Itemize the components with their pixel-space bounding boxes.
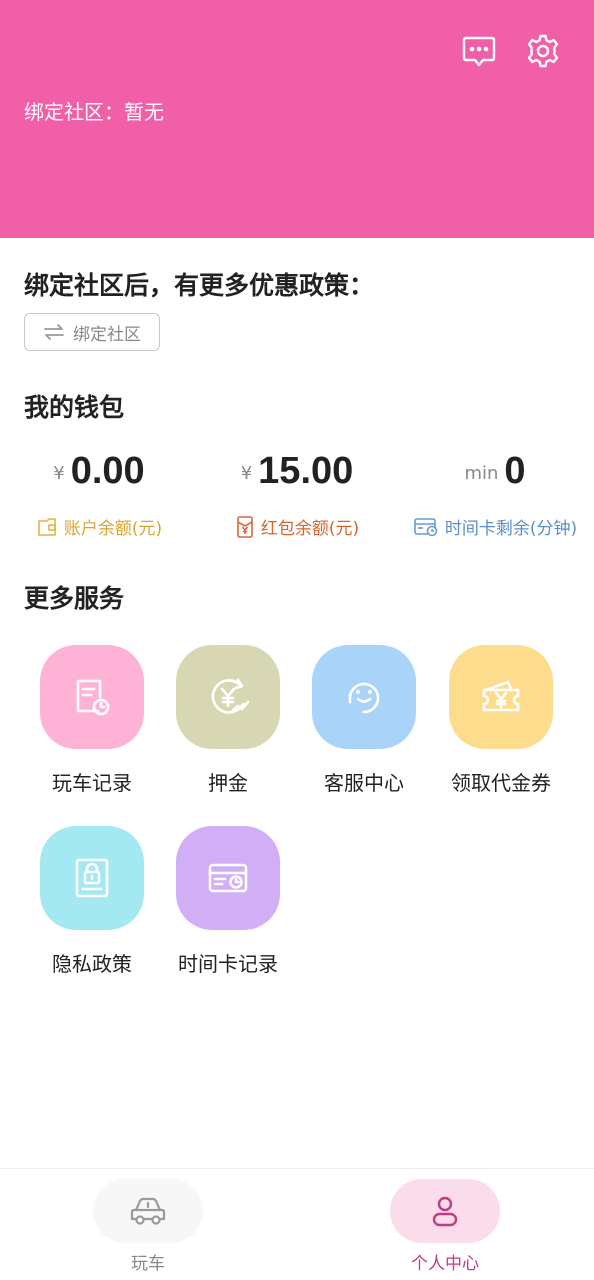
wallet-unit: min [464, 463, 499, 484]
service-tile [312, 645, 416, 749]
gear-icon [527, 34, 559, 68]
service-tile [176, 645, 280, 749]
wallet-amount: 0 [504, 450, 526, 492]
wallet-time-card-remaining[interactable]: min 0 时间卡剩余(分钟) [396, 450, 594, 550]
more-services-title: 更多服务 [24, 584, 125, 613]
service-claim-voucher[interactable]: 领取代金券 [433, 645, 569, 795]
bind-community-button-label: 绑定社区 [73, 324, 141, 345]
service-label: 时间卡记录 [178, 952, 278, 976]
wallet-icon [38, 517, 56, 536]
wallet-amount: 15.00 [258, 450, 354, 492]
privacy-lock-icon [75, 858, 109, 898]
service-label: 隐私政策 [52, 952, 132, 976]
tab-play-car[interactable]: 玩车 [93, 1179, 203, 1274]
voucher-icon [482, 680, 520, 712]
bind-community-promo-title: 绑定社区后，有更多优惠政策： [24, 271, 375, 300]
profile-header: 绑定社区：暂无 [0, 0, 594, 238]
wallet-unit: ¥ [53, 463, 65, 484]
service-label: 客服中心 [324, 771, 404, 795]
bound-community-text: 绑定社区：暂无 [24, 100, 164, 124]
service-label: 玩车记录 [52, 771, 132, 795]
tab-label: 玩车 [131, 1254, 165, 1274]
bottom-tab-bar: 玩车 个人中心 [0, 1168, 594, 1280]
service-deposit[interactable]: 押金 [160, 645, 296, 795]
service-tile [449, 645, 553, 749]
car-icon [130, 1197, 166, 1225]
time-card-icon [414, 517, 438, 536]
service-tile [40, 826, 144, 930]
wallet-label: 红包余额(元) [260, 519, 360, 539]
swap-arrows-icon [44, 324, 64, 340]
service-privacy-policy[interactable]: 隐私政策 [24, 826, 160, 976]
wallet-account-balance[interactable]: ¥0.00 账户余额(元) [0, 450, 198, 550]
wallet-title: 我的钱包 [24, 393, 125, 422]
person-icon [432, 1196, 458, 1227]
record-clock-icon [76, 679, 110, 716]
red-packet-icon [237, 515, 253, 538]
service-time-card-records[interactable]: 时间卡记录 [160, 826, 296, 976]
service-tile [40, 645, 144, 749]
tab-personal-center[interactable]: 个人中心 [390, 1179, 500, 1274]
time-card-icon [208, 863, 248, 893]
wallet-red-packet-balance[interactable]: ¥15.00 红包余额(元) [198, 450, 396, 550]
settings-button[interactable] [524, 32, 562, 70]
message-icon [462, 36, 496, 67]
headset-icon [348, 682, 380, 714]
message-button[interactable] [460, 32, 498, 70]
tab-pill [390, 1179, 500, 1243]
service-label: 押金 [208, 771, 248, 795]
service-customer-center[interactable]: 客服中心 [296, 645, 432, 795]
bind-community-button[interactable]: 绑定社区 [24, 313, 160, 351]
wallet-label: 时间卡剩余(分钟) [444, 519, 578, 539]
wallet-unit: ¥ [240, 463, 253, 484]
deposit-yen-icon [211, 678, 250, 714]
wallet-amount: 0.00 [70, 450, 145, 492]
tab-label: 个人中心 [411, 1254, 479, 1274]
service-ride-records[interactable]: 玩车记录 [24, 645, 160, 795]
service-tile [176, 826, 280, 930]
service-label: 领取代金券 [451, 771, 551, 795]
tab-pill [93, 1179, 203, 1243]
wallet-label: 账户余额(元) [63, 519, 163, 539]
